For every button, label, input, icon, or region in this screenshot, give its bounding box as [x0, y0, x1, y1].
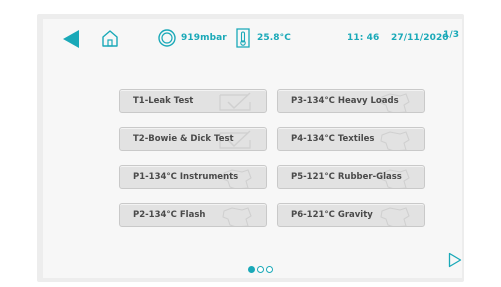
- program-label: P3-134°C Heavy Loads: [291, 96, 399, 106]
- next-arrow-icon[interactable]: [448, 252, 462, 268]
- pressure-value: 919mbar: [181, 33, 227, 43]
- cloth-watermark-icon: [222, 207, 252, 226]
- page-dot-1[interactable]: [248, 266, 255, 273]
- program-button[interactable]: P6-121°C Gravity: [277, 203, 425, 227]
- page-dot-3[interactable]: [266, 266, 273, 273]
- program-button[interactable]: P3-134°C Heavy Loads: [277, 89, 425, 113]
- check-watermark-icon: [219, 92, 251, 111]
- back-arrow-icon[interactable]: [62, 29, 80, 49]
- thermometer-icon: [236, 28, 250, 48]
- program-button[interactable]: P1-134°C Instruments: [119, 165, 267, 189]
- cloth-watermark-icon: [380, 207, 410, 226]
- date-display: 27/11/2020: [391, 33, 449, 43]
- program-button[interactable]: P4-134°C Textiles: [277, 127, 425, 151]
- program-button[interactable]: T1-Leak Test: [119, 89, 267, 113]
- page-indicator: 1/3: [443, 30, 460, 40]
- program-label: P6-121°C Gravity: [291, 210, 373, 220]
- program-label: P1-134°C Instruments: [133, 172, 239, 182]
- cloth-watermark-icon: [380, 131, 410, 150]
- program-button[interactable]: P2-134°C Flash: [119, 203, 267, 227]
- pressure-gauge-icon: [158, 29, 176, 47]
- time-display: 11: 46: [347, 33, 380, 43]
- program-label: T1-Leak Test: [133, 96, 194, 106]
- temperature-value: 25.8°C: [257, 33, 291, 43]
- program-button[interactable]: T2-Bowie & Dick Test: [119, 127, 267, 151]
- program-label: T2-Bowie & Dick Test: [133, 134, 234, 144]
- page-dot-2[interactable]: [257, 266, 264, 273]
- program-button[interactable]: P5-121°C Rubber-Glass: [277, 165, 425, 189]
- program-label: P4-134°C Textiles: [291, 134, 375, 144]
- home-icon[interactable]: [101, 28, 119, 48]
- program-label: P2-134°C Flash: [133, 210, 206, 220]
- program-label: P5-121°C Rubber-Glass: [291, 172, 402, 182]
